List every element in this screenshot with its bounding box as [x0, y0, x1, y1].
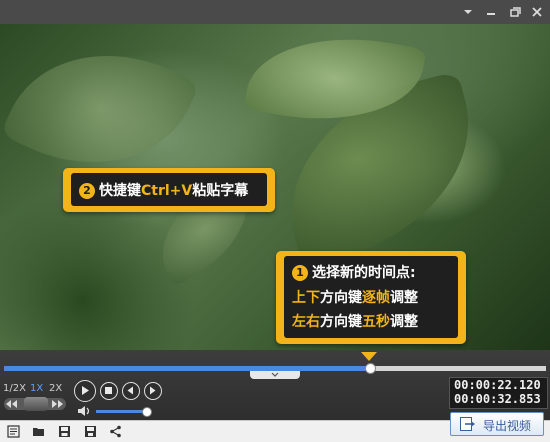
- minimize-icon[interactable]: [482, 3, 500, 21]
- callout-key: 左右: [292, 314, 320, 330]
- speed-option-half[interactable]: 1/2X: [3, 383, 26, 394]
- step-number-badge: 1: [292, 264, 308, 281]
- callout-text: 粘贴字幕: [192, 183, 249, 199]
- callout-text: 调整: [390, 290, 418, 306]
- rewind-icon: [6, 400, 17, 408]
- timeline-thumb[interactable]: [364, 363, 376, 374]
- next-frame-icon: [150, 386, 156, 395]
- export-icon: [460, 417, 475, 431]
- callout-text: 方向键: [320, 290, 362, 306]
- speed-option-double[interactable]: 2X: [49, 383, 62, 394]
- stop-icon: [105, 387, 112, 394]
- video-preview[interactable]: 2 快捷键Ctrl+V粘贴字幕 1 选择新的时间点: 上下方向键逐帧调整 左右方向键…: [0, 24, 550, 350]
- current-time: 00:00:22.120: [454, 378, 541, 392]
- callout-key: 五秒: [362, 314, 390, 330]
- next-frame-button[interactable]: [144, 382, 162, 400]
- save-icon[interactable]: [58, 425, 71, 438]
- close-icon[interactable]: [528, 3, 546, 21]
- callout-key: 逐帧: [362, 290, 390, 306]
- callout-time-box: 1 选择新的时间点: 上下方向键逐帧调整 左右方向键五秒调整: [284, 256, 458, 338]
- callout-time-hint: 1 选择新的时间点: 上下方向键逐帧调整 左右方向键五秒调整: [276, 251, 466, 344]
- play-button[interactable]: [74, 380, 96, 402]
- save-as-icon[interactable]: [84, 425, 97, 438]
- volume-icon[interactable]: [77, 405, 91, 417]
- callout-text: 快捷键: [99, 183, 141, 199]
- open-folder-icon[interactable]: [32, 425, 45, 438]
- callout-key: 上下: [292, 290, 320, 306]
- dropdown-icon[interactable]: [459, 3, 477, 21]
- title-bar: [0, 0, 550, 24]
- previous-frame-button[interactable]: [122, 382, 140, 400]
- stop-button[interactable]: [100, 382, 118, 400]
- restore-icon[interactable]: [505, 3, 523, 21]
- callout-text: 调整: [390, 314, 418, 330]
- speed-slider[interactable]: [4, 397, 66, 411]
- step-number-badge: 2: [79, 182, 95, 199]
- time-display: 00:00:22.120 00:00:32.853: [449, 377, 548, 409]
- callout-paste-line: 2 快捷键Ctrl+V粘贴字幕: [79, 180, 248, 200]
- fast-forward-icon: [52, 400, 63, 408]
- callout-line-2: 左右方向键五秒调整: [292, 311, 418, 331]
- total-time: 00:00:32.853: [454, 392, 541, 406]
- volume-slider[interactable]: [96, 407, 153, 417]
- callout-title-line: 1 选择新的时间点:: [292, 262, 416, 282]
- play-icon: [82, 386, 89, 395]
- callout-paste-box: 2 快捷键Ctrl+V粘贴字幕: [71, 173, 267, 206]
- share-icon[interactable]: [109, 425, 122, 438]
- callout-title: 选择新的时间点:: [312, 265, 416, 281]
- speed-knob[interactable]: [24, 397, 48, 411]
- time-marker-icon[interactable]: [361, 352, 377, 361]
- subtitle-list-icon[interactable]: [7, 425, 20, 438]
- volume-level: [96, 410, 148, 413]
- callout-text: 方向键: [320, 314, 362, 330]
- export-video-label: 导出视频: [483, 419, 532, 433]
- hotkey-text: Ctrl+V: [141, 183, 193, 199]
- previous-frame-icon: [127, 386, 133, 395]
- speed-option-normal[interactable]: 1X: [30, 383, 43, 394]
- timeline-progress: [4, 366, 370, 371]
- callout-paste-hint: 2 快捷键Ctrl+V粘贴字幕: [63, 168, 275, 212]
- collapse-panel-button[interactable]: [250, 371, 300, 379]
- export-video-button[interactable]: 导出视频: [450, 412, 544, 436]
- callout-line-1: 上下方向键逐帧调整: [292, 287, 418, 307]
